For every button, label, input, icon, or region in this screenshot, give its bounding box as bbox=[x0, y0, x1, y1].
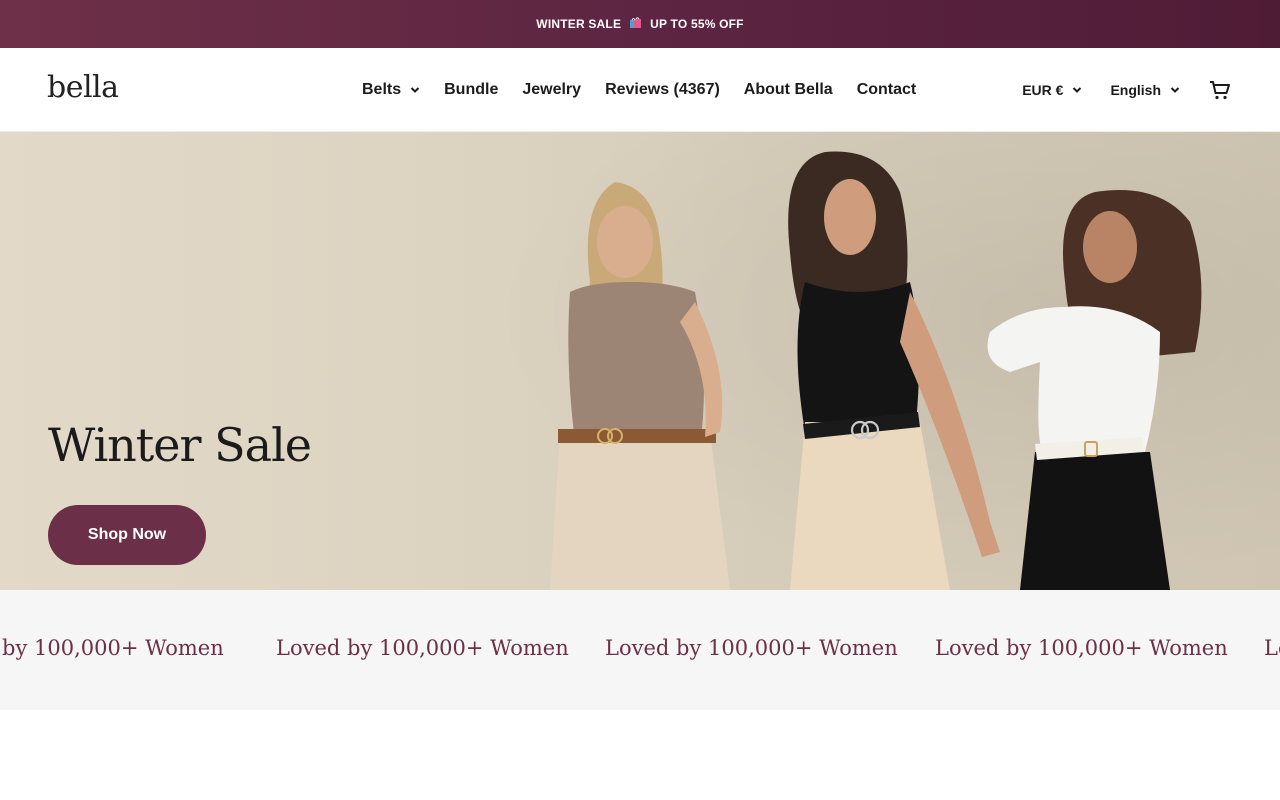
chevron-down-icon bbox=[410, 87, 420, 93]
shop-now-button[interactable]: Shop Now bbox=[48, 505, 206, 565]
main-nav: Belts Bundle Jewelry Reviews (4367) Abou… bbox=[362, 48, 916, 132]
currency-selector[interactable]: EUR € bbox=[1022, 82, 1082, 98]
site-header: bella Belts Bundle Jewelry Reviews (4367… bbox=[0, 48, 1280, 132]
model-left bbox=[550, 182, 730, 590]
language-selector[interactable]: English bbox=[1110, 82, 1180, 98]
nav-item-label: Bundle bbox=[444, 81, 499, 98]
header-tools: EUR € English bbox=[1022, 48, 1232, 132]
hero-banner: Winter Sale Shop Now bbox=[0, 132, 1280, 590]
hero-title: Winter Sale bbox=[48, 418, 312, 472]
nav-item-jewelry[interactable]: Jewelry bbox=[522, 81, 581, 99]
cart-icon[interactable] bbox=[1208, 78, 1232, 102]
logo[interactable]: bella bbox=[47, 70, 119, 105]
announcement-left-text: WINTER SALE bbox=[536, 17, 622, 31]
marquee-item: Loved by 100,000+ Women bbox=[1264, 636, 1280, 660]
nav-item-reviews[interactable]: Reviews (4367) bbox=[605, 81, 720, 99]
nav-item-label: Jewelry bbox=[522, 81, 582, 98]
nav-item-belts[interactable]: Belts bbox=[362, 81, 420, 99]
model-middle bbox=[788, 151, 1000, 590]
hero-models-image bbox=[550, 151, 1202, 590]
language-label: English bbox=[1110, 82, 1161, 98]
marquee-item: Loved by 100,000+ Women bbox=[276, 636, 569, 660]
marquee-item: Loved by 100,000+ Women bbox=[935, 636, 1228, 660]
next-section bbox=[0, 710, 1280, 800]
nav-item-label: Belts bbox=[362, 81, 402, 98]
nav-item-bundle[interactable]: Bundle bbox=[444, 81, 498, 99]
chevron-down-icon bbox=[1073, 87, 1082, 93]
nav-item-contact[interactable]: Contact bbox=[857, 81, 917, 99]
social-proof-marquee: Loved by 100,000+ Women Loved by 100,000… bbox=[0, 590, 1280, 710]
nav-item-label: Contact bbox=[856, 81, 917, 98]
nav-item-label: Reviews (4367) bbox=[605, 81, 720, 98]
nav-item-label: About Bella bbox=[743, 81, 833, 98]
chevron-down-icon bbox=[1170, 87, 1180, 93]
marquee-item: Loved by 100,000+ Women bbox=[605, 636, 898, 660]
announcement-bar: WINTER SALE UP TO 55% OFF bbox=[0, 0, 1280, 48]
nav-item-about[interactable]: About Bella bbox=[744, 81, 833, 99]
marquee-item: Loved by 100,000+ Women bbox=[0, 636, 224, 660]
shopping-bags-icon bbox=[629, 16, 642, 32]
model-right bbox=[987, 190, 1202, 590]
currency-label: EUR € bbox=[1022, 82, 1064, 98]
announcement-right-text: UP TO 55% OFF bbox=[650, 17, 744, 31]
